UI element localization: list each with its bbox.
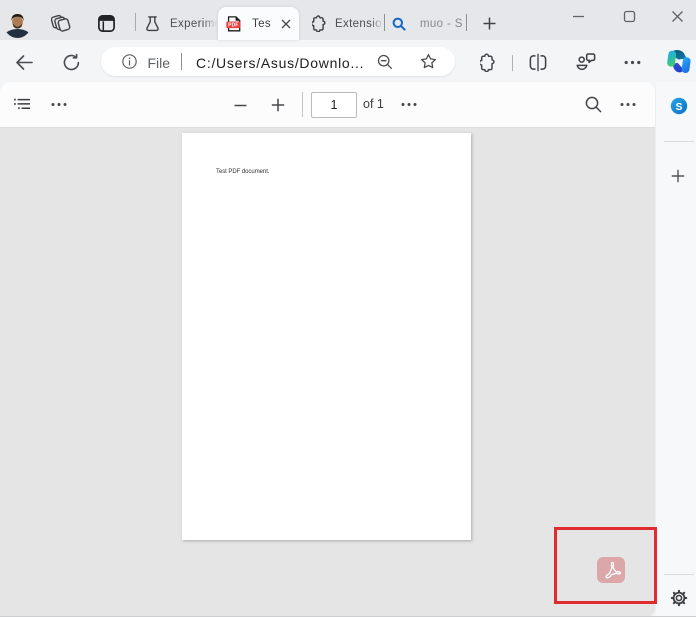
svg-text:S: S — [675, 101, 682, 113]
svg-text:PDF: PDF — [228, 23, 238, 29]
